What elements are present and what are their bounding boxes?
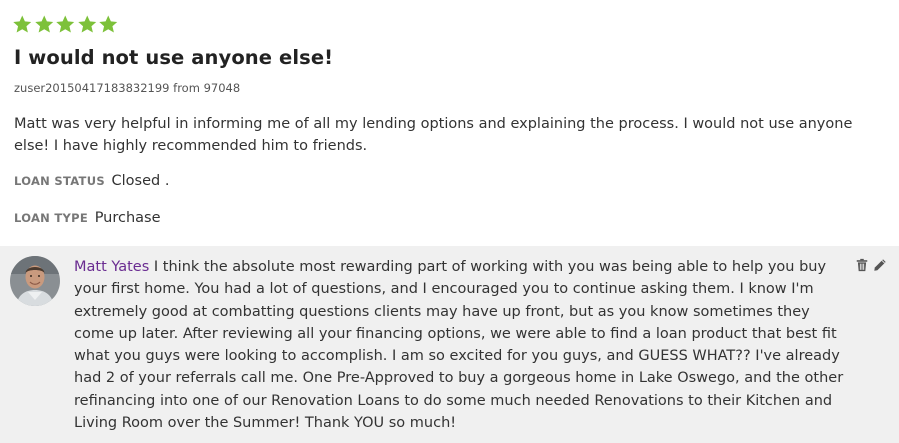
lender-reply: Matt Yates I think the absolute most rew… [0,246,899,443]
star-icon [34,15,53,33]
loan-status-label: LOAN STATUS [14,174,105,188]
loan-type-value: Purchase [94,210,161,226]
star-icon [13,15,32,33]
star-icon [56,15,75,33]
star-icon [77,15,96,33]
loan-type-label: LOAN TYPE [14,211,89,225]
review-card: I would not use anyone else! zuser201504… [0,0,899,443]
star-rating [12,14,119,35]
review-author: zuser20150417183832199 from 97048 [14,81,241,95]
reply-author-link[interactable]: Matt Yates [74,259,149,275]
star-icon [99,15,118,33]
avatar-photo-icon [10,256,60,306]
loan-status-value: Closed . [111,173,170,189]
loan-type-row: LOAN TYPE Purchase [14,210,161,226]
pencil-icon[interactable] [873,258,887,272]
reply-actions [855,258,887,272]
loan-status-row: LOAN STATUS Closed . [14,173,169,189]
review-body: Matt was very helpful in informing me of… [14,116,853,154]
trash-icon[interactable] [855,258,869,272]
review-title: I would not use anyone else! [14,46,334,69]
reply-text-block: Matt Yates I think the absolute most rew… [74,256,844,434]
reply-body: I think the absolute most rewarding part… [74,259,844,432]
avatar [10,256,60,306]
